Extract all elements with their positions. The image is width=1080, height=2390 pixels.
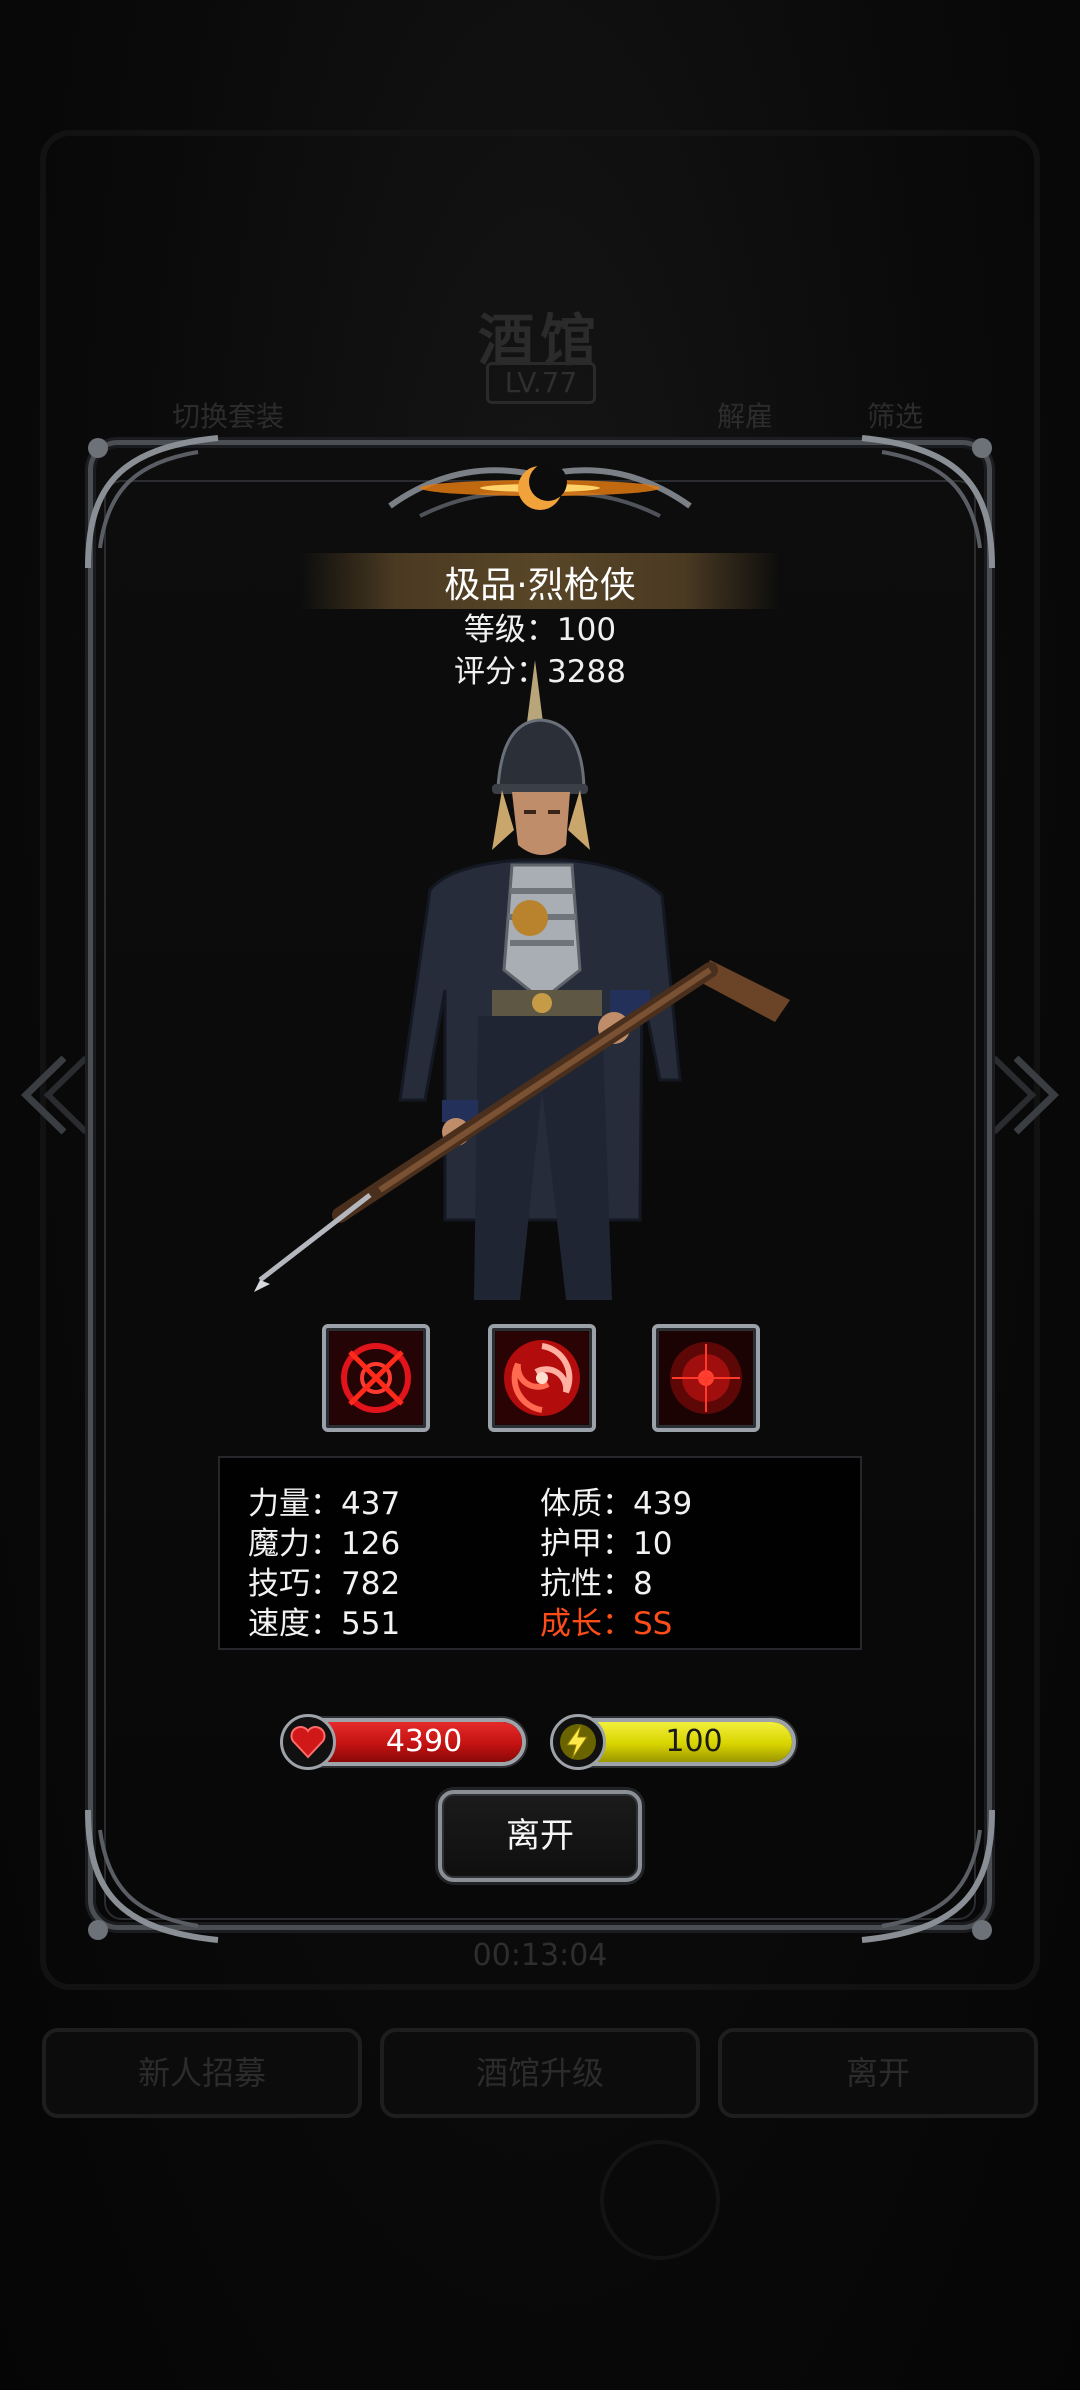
upgrade-tavern-button: 酒馆升级 — [380, 2028, 700, 2118]
corner-ornament-icon — [861, 1809, 995, 1943]
lightning-icon — [550, 1714, 606, 1770]
dismiss-tab: 解雇 — [716, 400, 773, 433]
vortex-skill-icon[interactable] — [488, 1324, 596, 1432]
skill-stat: 技巧：782 — [248, 1566, 401, 1602]
energy-value: 100 — [665, 1724, 723, 1759]
growth-stat: 成长：SS — [540, 1606, 673, 1642]
tavern-level-badge: LV.77 — [486, 362, 596, 404]
background-leave-button: 离开 — [718, 2028, 1038, 2118]
constitution-stat: 体质：439 — [540, 1486, 693, 1522]
health-value: 4390 — [385, 1724, 463, 1759]
strength-stat: 力量：437 — [248, 1486, 401, 1522]
hero-name: 极品·烈枪侠 — [444, 565, 636, 606]
crosshair-skill-icon[interactable] — [322, 1324, 430, 1432]
leave-button[interactable]: 离开 — [438, 1790, 642, 1882]
corner-ornament-icon — [85, 1809, 219, 1943]
armor-stat: 护甲：10 — [540, 1526, 673, 1562]
target-skill-icon[interactable] — [652, 1324, 760, 1432]
previous-hero-arrow-icon[interactable] — [14, 1050, 94, 1140]
speed-stat: 速度：551 — [248, 1606, 401, 1642]
background-ornament — [600, 2140, 720, 2260]
recruit-button: 新人招募 — [42, 2028, 362, 2118]
next-hero-arrow-icon[interactable] — [986, 1050, 1066, 1140]
hero-level: 等级：100 — [463, 612, 617, 648]
resistance-stat: 抗性：8 — [540, 1566, 653, 1602]
magic-stat: 魔力：126 — [248, 1526, 401, 1562]
heart-icon — [280, 1714, 336, 1770]
crescent-emblem-icon — [388, 463, 692, 518]
